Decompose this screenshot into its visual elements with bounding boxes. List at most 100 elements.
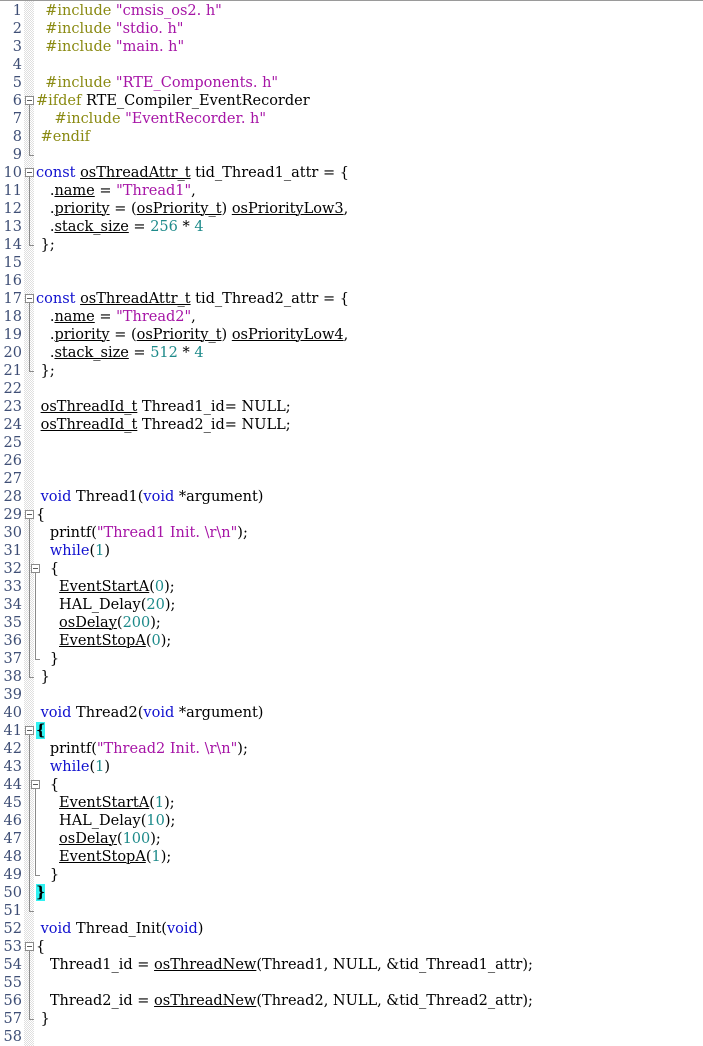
code-editor-pane[interactable]: 1 #include "cmsis_os2. h" 2 #include "std…: [0, 0, 703, 1046]
code-line[interactable]: 18 .name = "Thread2",: [0, 308, 703, 326]
code-line[interactable]: 30 printf("Thread1 Init. \r\n");: [0, 524, 703, 542]
code-text[interactable]: }: [36, 866, 59, 884]
code-line[interactable]: 14 };: [0, 236, 703, 254]
code-text[interactable]: while(1): [36, 542, 110, 560]
code-line[interactable]: 8 #endif: [0, 128, 703, 146]
code-text[interactable]: osThreadId_t Thread2_id= NULL;: [36, 416, 291, 434]
code-line[interactable]: 5 #include "RTE_Components. h": [0, 74, 703, 92]
code-line[interactable]: 38 }: [0, 668, 703, 686]
code-line[interactable]: 28 void Thread1(void *argument): [0, 488, 703, 506]
code-text[interactable]: void Thread1(void *argument): [36, 488, 264, 506]
code-text[interactable]: #include "RTE_Components. h": [36, 74, 278, 92]
code-text[interactable]: Thread2_id = osThreadNew(Thread2, NULL, …: [36, 992, 533, 1010]
code-line[interactable]: 40 void Thread2(void *argument): [0, 704, 703, 722]
code-text[interactable]: void Thread2(void *argument): [36, 704, 264, 722]
code-text[interactable]: #include "EventRecorder. h": [36, 110, 266, 128]
code-line[interactable]: 20 .stack_size = 512 * 4: [0, 344, 703, 362]
code-text[interactable]: .stack_size = 256 * 4: [36, 218, 204, 236]
code-text[interactable]: const osThreadAttr_t tid_Thread2_attr = …: [36, 290, 349, 308]
code-text[interactable]: .priority = (osPriority_t) osPriorityLow…: [36, 200, 348, 218]
code-line[interactable]: 15: [0, 254, 703, 272]
code-line[interactable]: 24 osThreadId_t Thread2_id= NULL;: [0, 416, 703, 434]
code-text[interactable]: HAL_Delay(10);: [36, 812, 175, 830]
code-text[interactable]: {: [36, 506, 45, 524]
code-line[interactable]: 58: [0, 1028, 703, 1046]
code-text[interactable]: .stack_size = 512 * 4: [36, 344, 204, 362]
code-line[interactable]: 41 {: [0, 722, 703, 740]
code-line[interactable]: 39: [0, 686, 703, 704]
code-text[interactable]: #include "main. h": [36, 38, 184, 56]
code-line[interactable]: 51: [0, 902, 703, 920]
code-line[interactable]: 44 {: [0, 776, 703, 794]
code-text[interactable]: #endif: [36, 128, 90, 146]
code-text[interactable]: EventStartA(0);: [36, 578, 175, 596]
code-line[interactable]: 31 while(1): [0, 542, 703, 560]
code-text[interactable]: void Thread_Init(void): [36, 920, 204, 938]
code-line[interactable]: 16: [0, 272, 703, 290]
code-line[interactable]: 33 EventStartA(0);: [0, 578, 703, 596]
code-text[interactable]: const osThreadAttr_t tid_Thread1_attr = …: [36, 164, 349, 182]
code-line[interactable]: 53 {: [0, 938, 703, 956]
code-line[interactable]: 48 EventStopA(1);: [0, 848, 703, 866]
code-line[interactable]: 42 printf("Thread2 Init. \r\n");: [0, 740, 703, 758]
code-line[interactable]: 1 #include "cmsis_os2. h": [0, 2, 703, 20]
code-line[interactable]: 35 osDelay(200);: [0, 614, 703, 632]
code-text[interactable]: {: [36, 938, 45, 956]
code-line[interactable]: 45 EventStartA(1);: [0, 794, 703, 812]
code-text[interactable]: osThreadId_t Thread1_id= NULL;: [36, 398, 291, 416]
code-line[interactable]: 52 void Thread_Init(void): [0, 920, 703, 938]
code-line[interactable]: 46 HAL_Delay(10);: [0, 812, 703, 830]
code-text[interactable]: }: [36, 650, 59, 668]
code-line[interactable]: 29 {: [0, 506, 703, 524]
code-line[interactable]: 19 .priority = (osPriority_t) osPriority…: [0, 326, 703, 344]
code-text[interactable]: };: [36, 362, 55, 380]
code-line[interactable]: 27: [0, 470, 703, 488]
code-line[interactable]: 32 {: [0, 560, 703, 578]
code-line[interactable]: 7 #include "EventRecorder. h": [0, 110, 703, 128]
code-text[interactable]: {: [36, 776, 59, 794]
code-line[interactable]: 13 .stack_size = 256 * 4: [0, 218, 703, 236]
code-line[interactable]: 47 osDelay(100);: [0, 830, 703, 848]
code-line[interactable]: 23 osThreadId_t Thread1_id= NULL;: [0, 398, 703, 416]
code-text[interactable]: }: [36, 668, 50, 686]
code-text[interactable]: Thread1_id = osThreadNew(Thread1, NULL, …: [36, 956, 533, 974]
code-text[interactable]: .name = "Thread2",: [36, 308, 196, 326]
code-line[interactable]: 10 const osThreadAttr_t tid_Thread1_attr …: [0, 164, 703, 182]
code-text[interactable]: HAL_Delay(20);: [36, 596, 175, 614]
code-line[interactable]: 4: [0, 56, 703, 74]
code-text[interactable]: {: [36, 560, 59, 578]
code-text[interactable]: {: [36, 722, 46, 740]
code-line[interactable]: 12 .priority = (osPriority_t) osPriority…: [0, 200, 703, 218]
code-text[interactable]: EventStopA(0);: [36, 632, 171, 650]
code-text[interactable]: #include "cmsis_os2. h": [36, 2, 222, 20]
code-text[interactable]: #include "stdio. h": [36, 20, 183, 38]
code-line[interactable]: 43 while(1): [0, 758, 703, 776]
code-line[interactable]: 2 #include "stdio. h": [0, 20, 703, 38]
code-text[interactable]: osDelay(200);: [36, 614, 161, 632]
code-line[interactable]: 55: [0, 974, 703, 992]
code-line[interactable]: 22: [0, 380, 703, 398]
code-text[interactable]: EventStopA(1);: [36, 848, 171, 866]
code-text[interactable]: .name = "Thread1",: [36, 182, 196, 200]
code-line[interactable]: 26: [0, 452, 703, 470]
code-line[interactable]: 37 }: [0, 650, 703, 668]
code-line[interactable]: 36 EventStopA(0);: [0, 632, 703, 650]
code-text[interactable]: EventStartA(1);: [36, 794, 175, 812]
code-line[interactable]: 9: [0, 146, 703, 164]
code-line[interactable]: 17 const osThreadAttr_t tid_Thread2_attr …: [0, 290, 703, 308]
code-line[interactable]: 21 };: [0, 362, 703, 380]
code-line[interactable]: 50}: [0, 884, 703, 902]
code-line[interactable]: 54 Thread1_id = osThreadNew(Thread1, NUL…: [0, 956, 703, 974]
code-line[interactable]: 49 }: [0, 866, 703, 884]
code-text[interactable]: }: [36, 1010, 50, 1028]
code-line[interactable]: 57 }: [0, 1010, 703, 1028]
code-lines-container[interactable]: 1 #include "cmsis_os2. h" 2 #include "std…: [0, 2, 703, 1046]
code-line[interactable]: 34 HAL_Delay(20);: [0, 596, 703, 614]
code-text[interactable]: while(1): [36, 758, 110, 776]
code-text[interactable]: printf("Thread2 Init. \r\n");: [36, 740, 248, 758]
code-text[interactable]: osDelay(100);: [36, 830, 161, 848]
code-text[interactable]: }: [36, 884, 46, 902]
code-text[interactable]: #ifdef RTE_Compiler_EventRecorder: [36, 92, 310, 110]
code-line[interactable]: 3 #include "main. h": [0, 38, 703, 56]
code-line[interactable]: 6 #ifdef RTE_Compiler_EventRecorder: [0, 92, 703, 110]
